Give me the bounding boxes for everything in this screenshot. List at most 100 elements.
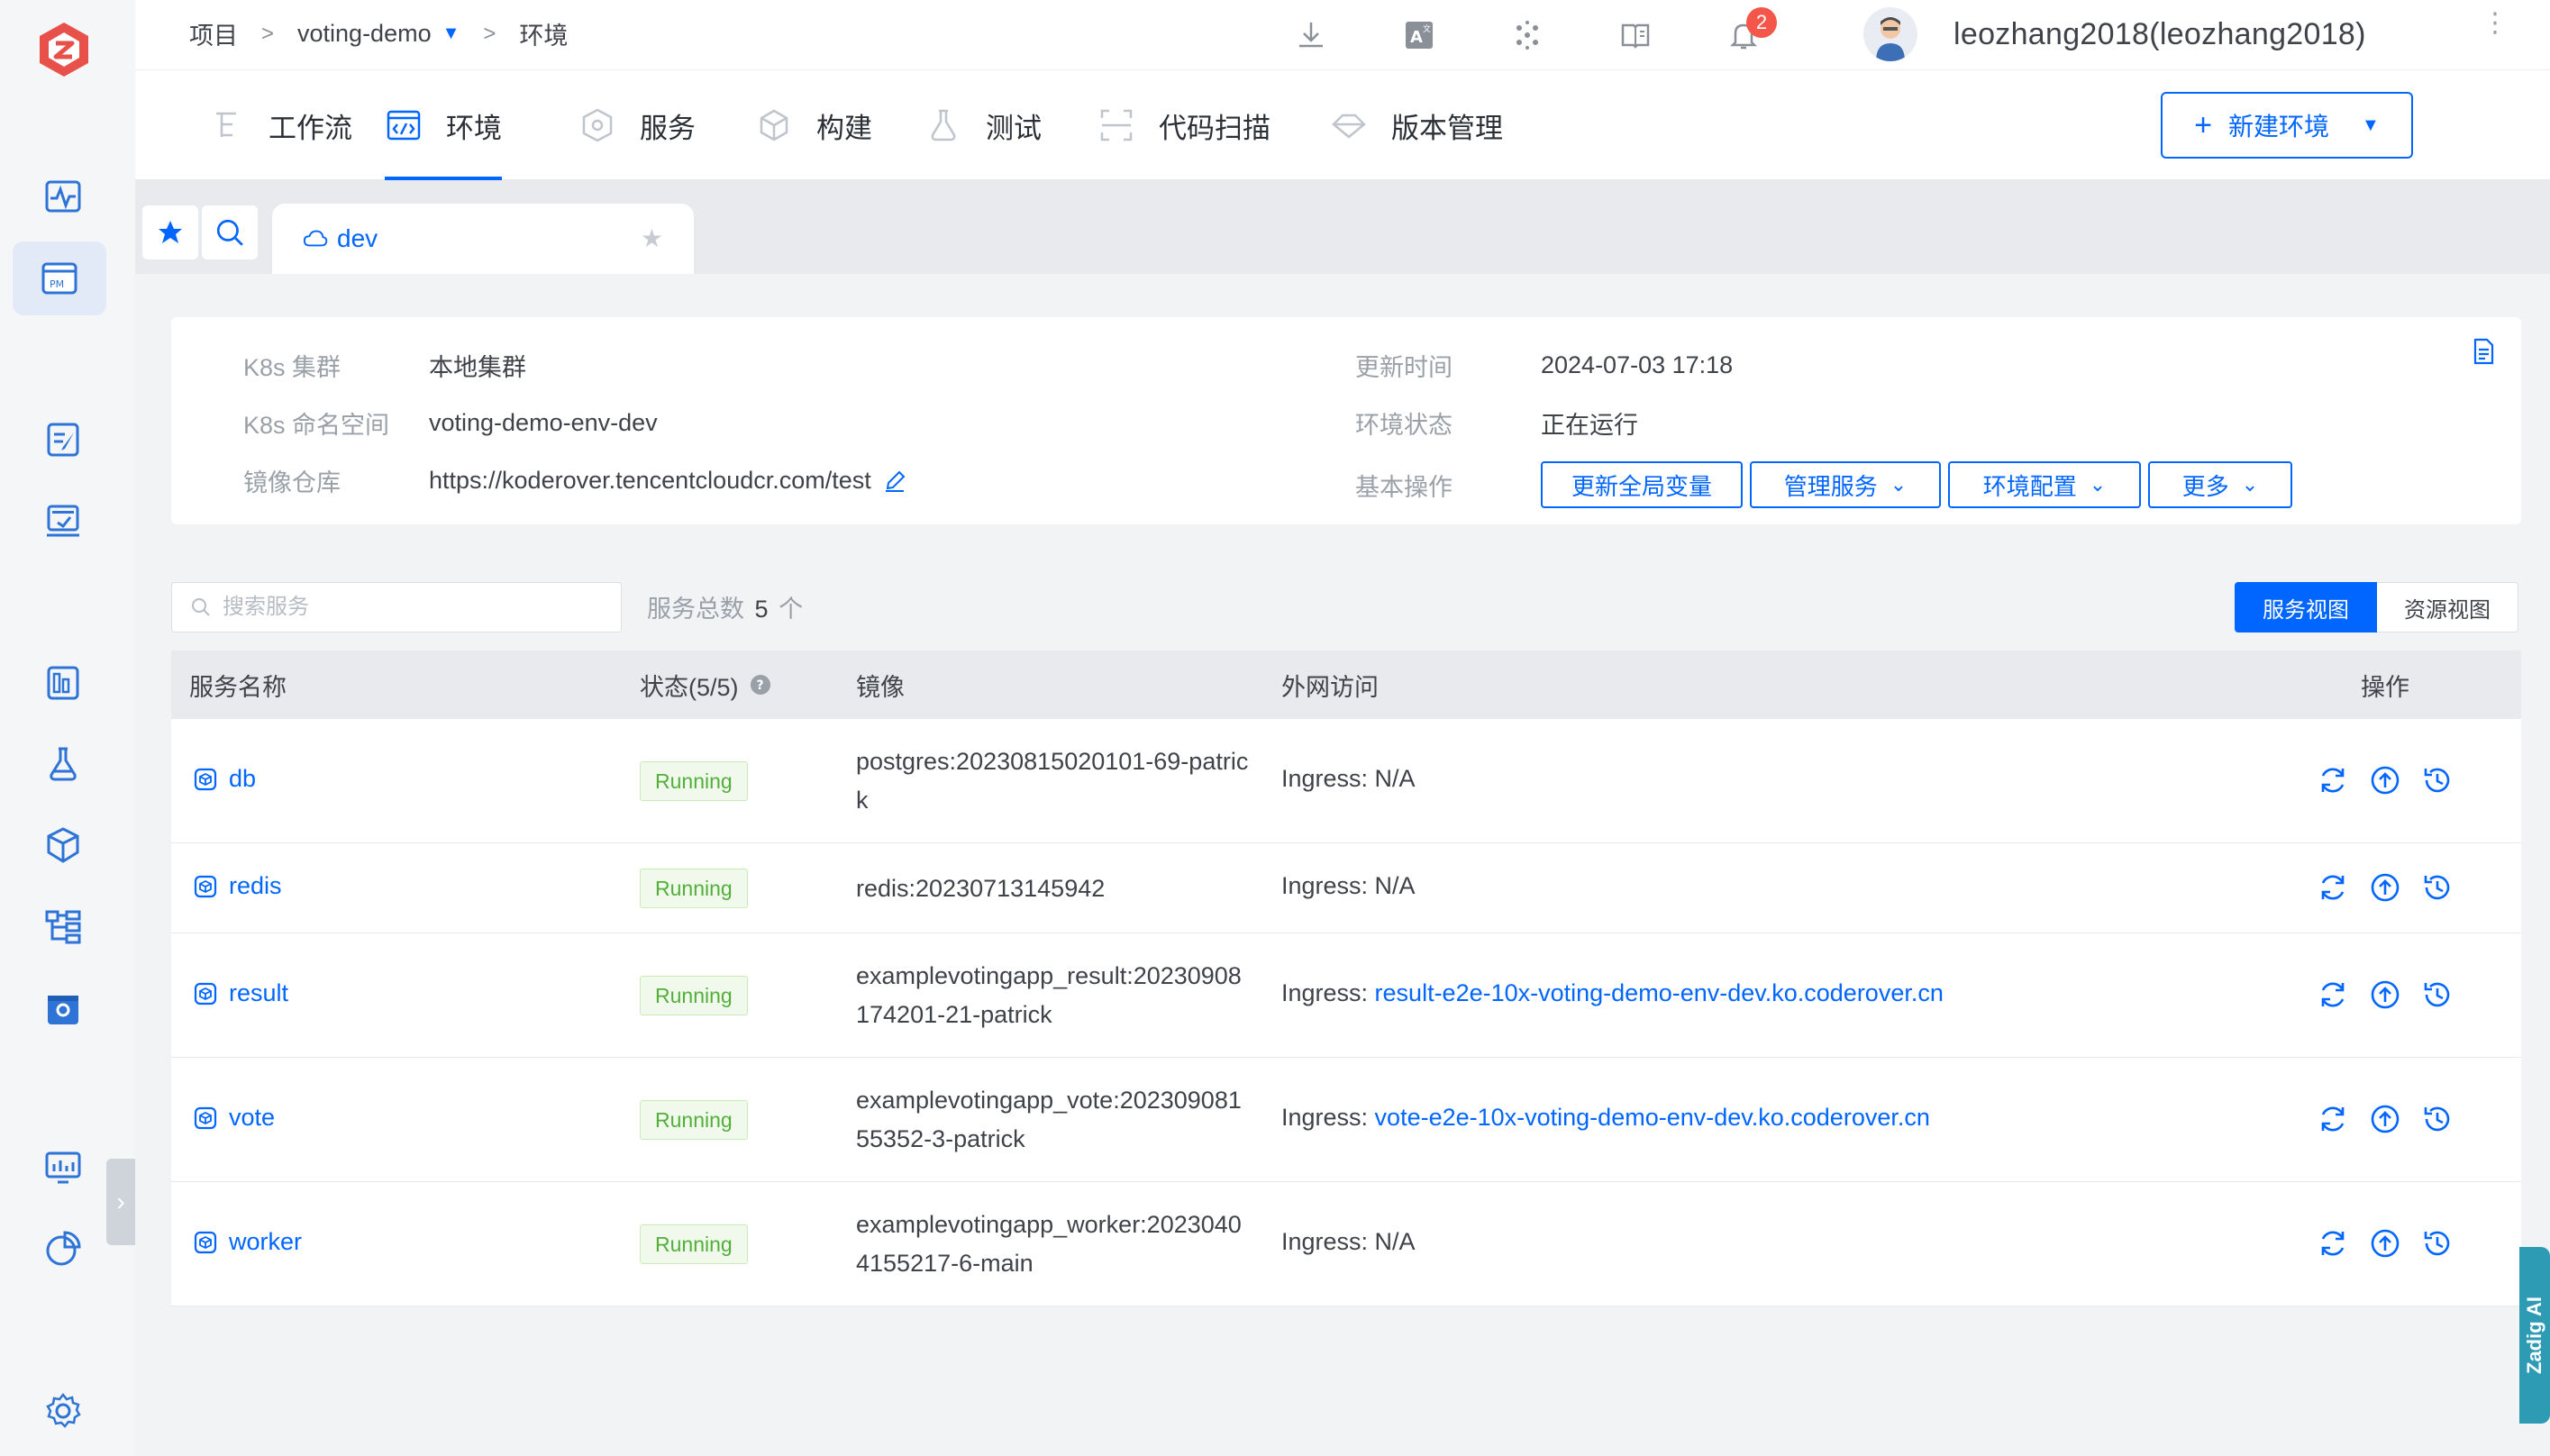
access-value: N/A xyxy=(1374,1228,1416,1255)
top-bar: 项目 > voting-demo ▼ > 环境 A文 2 leozhang201… xyxy=(135,0,2550,70)
history-icon[interactable] xyxy=(2420,1226,2454,1260)
docs-book-icon[interactable] xyxy=(1613,13,1658,58)
restart-icon[interactable] xyxy=(2316,763,2350,797)
tab-label: 构建 xyxy=(816,112,872,144)
project-pm-icon[interactable]: PM xyxy=(13,241,106,315)
table-row: db Running postgres:20230815020101-69-pa… xyxy=(171,719,2521,843)
tab-environment[interactable]: 环境 xyxy=(385,70,502,180)
service-count-value: 5 xyxy=(754,596,769,623)
release-plan-icon[interactable] xyxy=(36,413,90,467)
upgrade-icon[interactable] xyxy=(2368,1102,2402,1136)
new-environment-button[interactable]: + 新建环境 ▼ xyxy=(2161,92,2413,159)
artifact-package-icon[interactable] xyxy=(36,818,90,872)
build-icon xyxy=(760,109,788,141)
service-icon xyxy=(582,108,613,142)
dashboard-pulse-icon[interactable] xyxy=(36,169,90,223)
upgrade-icon[interactable] xyxy=(2368,1226,2402,1260)
chevron-down-icon: ⌄ xyxy=(2241,473,2259,496)
upgrade-icon[interactable] xyxy=(2368,763,2402,797)
service-view-button[interactable]: 服务视图 xyxy=(2235,582,2377,632)
sidebar-expand-toggle[interactable]: › xyxy=(106,1159,135,1245)
ingress-link[interactable]: result-e2e-10x-voting-demo-env-dev.ko.co… xyxy=(1375,979,1944,1006)
flask-icon xyxy=(931,109,956,141)
settings-gear-icon[interactable] xyxy=(36,1384,90,1438)
resource-tree-icon[interactable] xyxy=(36,899,90,953)
service-cube-icon xyxy=(194,768,217,790)
service-count-prefix: 服务总数 xyxy=(647,596,744,623)
service-search-box[interactable] xyxy=(171,582,622,632)
upgrade-icon[interactable] xyxy=(2368,978,2402,1012)
notification-badge: 2 xyxy=(1746,7,1777,38)
table-row: redis Running redis:20230713145942 Ingre… xyxy=(171,843,2521,933)
help-question-icon[interactable]: ? xyxy=(750,674,771,696)
search-environment-button[interactable] xyxy=(202,205,258,259)
test-center-icon[interactable] xyxy=(36,737,90,791)
download-icon[interactable] xyxy=(1289,13,1334,58)
delivery-center-icon[interactable] xyxy=(36,494,90,548)
env-status-label: 环境状态 xyxy=(1355,412,1453,439)
favorite-filter-button[interactable] xyxy=(142,205,198,259)
monitor-icon[interactable] xyxy=(36,1141,90,1195)
chevron-down-icon: ⌄ xyxy=(1890,473,1908,496)
row-actions xyxy=(2316,763,2454,797)
more-menu-icon[interactable]: ⋮ xyxy=(2482,10,2509,37)
manage-services-dropdown[interactable]: 管理服务 ⌄ xyxy=(1750,461,1941,508)
service-name-link[interactable]: db xyxy=(193,765,256,793)
tab-code-scan[interactable]: 代码扫描 xyxy=(1097,70,1270,180)
service-search-input[interactable] xyxy=(223,595,601,620)
namespace-label: K8s 命名空间 xyxy=(243,412,390,439)
history-icon[interactable] xyxy=(2420,870,2454,905)
statistics-pie-icon[interactable] xyxy=(36,1222,90,1276)
service-name-link[interactable]: vote xyxy=(193,1104,275,1132)
document-icon[interactable] xyxy=(2469,337,2498,366)
history-icon[interactable] xyxy=(2420,1102,2454,1136)
service-cube-icon xyxy=(194,982,217,1005)
edit-pencil-icon[interactable] xyxy=(882,469,907,494)
external-access: Ingress: vote-e2e-10x-voting-demo-env-de… xyxy=(1281,1104,1930,1132)
notification-bell-icon[interactable]: 2 xyxy=(1721,7,1777,58)
restart-icon[interactable] xyxy=(2316,870,2350,905)
status-badge: Running xyxy=(640,1100,748,1140)
project-selector[interactable]: voting-demo xyxy=(297,20,432,48)
tab-workflow[interactable]: 工作流 xyxy=(207,70,352,180)
restart-icon[interactable] xyxy=(2316,1102,2350,1136)
resource-view-button[interactable]: 资源视图 xyxy=(2377,582,2518,632)
access-value: N/A xyxy=(1374,765,1416,792)
tab-version-management[interactable]: 版本管理 xyxy=(1330,70,1503,180)
plugins-grid-icon[interactable] xyxy=(1505,13,1550,58)
table-body: db Running postgres:20230815020101-69-pa… xyxy=(171,719,2521,1306)
user-menu[interactable]: leozhang2018(leozhang2018) xyxy=(1863,7,2366,61)
breadcrumb-root[interactable]: 项目 xyxy=(189,16,238,51)
caret-down-icon[interactable]: ▼ xyxy=(2362,115,2380,136)
update-global-vars-button[interactable]: 更新全局变量 xyxy=(1541,461,1743,508)
service-name-link[interactable]: result xyxy=(193,979,288,1007)
zadig-ai-button[interactable]: Zadig AI xyxy=(2519,1247,2550,1424)
service-name-link[interactable]: redis xyxy=(193,872,282,900)
col-external-access: 外网访问 xyxy=(1281,673,1379,701)
chevron-down-icon[interactable]: ▼ xyxy=(442,23,460,44)
service-name: db xyxy=(229,765,257,792)
system-settings-box-icon[interactable] xyxy=(36,982,90,1036)
env-config-dropdown[interactable]: 环境配置 ⌄ xyxy=(1948,461,2141,508)
external-access: Ingress: N/A xyxy=(1281,1228,1416,1256)
restart-icon[interactable] xyxy=(2316,1226,2350,1260)
service-name-link[interactable]: worker xyxy=(193,1228,302,1256)
upgrade-icon[interactable] xyxy=(2368,870,2402,905)
ingress-link[interactable]: vote-e2e-10x-voting-demo-env-dev.ko.code… xyxy=(1375,1104,1930,1131)
history-icon[interactable] xyxy=(2420,978,2454,1012)
tab-service[interactable]: 服务 xyxy=(578,70,696,180)
history-icon[interactable] xyxy=(2420,763,2454,797)
more-dropdown[interactable]: 更多 ⌄ xyxy=(2148,461,2292,508)
star-outline-icon[interactable]: ★ xyxy=(641,223,663,253)
status-badge: Running xyxy=(640,869,748,908)
translate-icon[interactable]: A文 xyxy=(1397,13,1442,58)
tab-test[interactable]: 测试 xyxy=(924,70,1042,180)
tab-build[interactable]: 构建 xyxy=(755,70,872,180)
zadig-logo[interactable] xyxy=(34,20,94,79)
user-name[interactable]: leozhang2018(leozhang2018) xyxy=(1953,17,2366,52)
col-operations: 操作 xyxy=(2361,673,2409,701)
data-board-icon[interactable] xyxy=(36,656,90,710)
env-tab-dev[interactable]: dev ★ xyxy=(272,204,694,274)
restart-icon[interactable] xyxy=(2316,978,2350,1012)
new-environment-label: 新建环境 xyxy=(2228,113,2330,141)
